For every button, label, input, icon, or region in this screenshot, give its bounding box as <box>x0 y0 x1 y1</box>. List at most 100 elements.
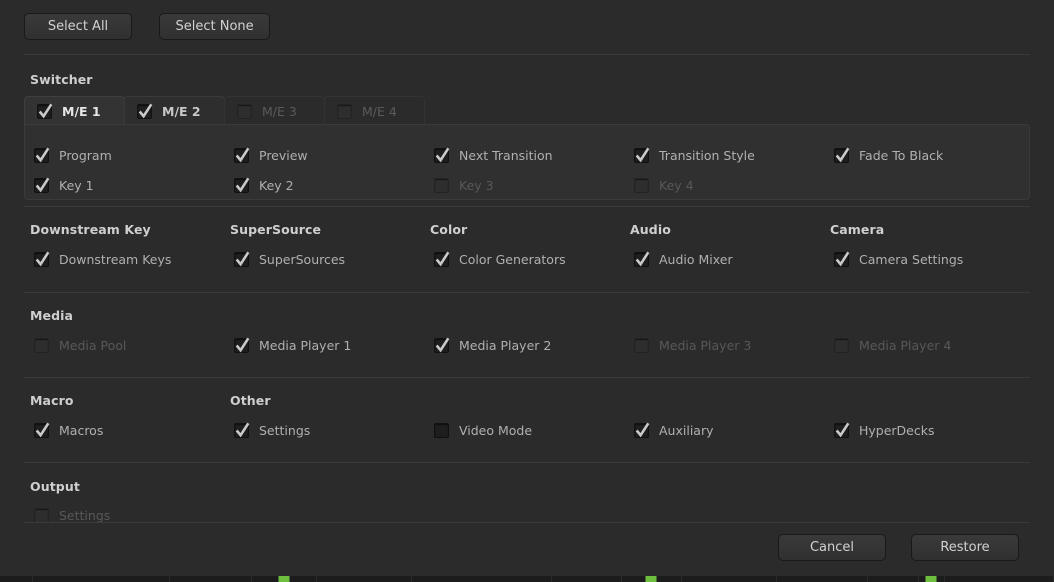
checkbox-key-2[interactable]: Key 2 <box>234 176 294 194</box>
checkbox-key-4: Key 4 <box>634 176 694 194</box>
tab-label: M/E 1 <box>62 103 101 119</box>
checkbox-checked-icon[interactable] <box>434 337 450 353</box>
checkbox-checked-icon[interactable] <box>834 251 850 267</box>
checkbox-label: Transition Style <box>659 147 755 163</box>
checkbox-color-generators[interactable]: Color Generators <box>434 250 566 268</box>
toolbar-cell[interactable] <box>33 576 170 582</box>
checkbox-video-mode[interactable]: Video Mode <box>434 421 532 439</box>
toolbar-cell[interactable] <box>552 576 622 582</box>
restore-button[interactable]: Restore <box>911 534 1019 561</box>
checkbox-preview[interactable]: Preview <box>234 146 308 164</box>
toolbar-cell[interactable] <box>0 576 33 582</box>
checkbox-transition-style[interactable]: Transition Style <box>634 146 755 164</box>
checkbox-media-player-4: Media Player 4 <box>834 336 951 354</box>
checkbox-auxiliary[interactable]: Auxiliary <box>634 421 714 439</box>
toolbar-cell[interactable] <box>622 576 682 582</box>
group-heading-color: Color <box>430 222 468 237</box>
tab-m-e-3[interactable]: M/E 3 <box>224 96 325 125</box>
group-heading-other: Other <box>230 393 271 408</box>
checkbox-settings[interactable]: Settings <box>234 421 310 439</box>
toolbar-cell[interactable] <box>777 576 868 582</box>
checkbox-checked-icon[interactable] <box>434 251 450 267</box>
toolbar-cell[interactable] <box>868 576 920 582</box>
checkbox-program[interactable]: Program <box>34 146 112 164</box>
checkbox-downstream-keys[interactable]: Downstream Keys <box>34 250 171 268</box>
restore-settings-dialog: Select All Select None Switcher M/E 1 M/E… <box>0 0 1054 582</box>
checkbox-checked-icon[interactable] <box>34 251 50 267</box>
checkbox-checked-icon[interactable] <box>234 251 250 267</box>
checkbox-unchecked-icon <box>634 177 649 193</box>
checkbox-audio-mixer[interactable]: Audio Mixer <box>634 250 733 268</box>
checkbox-label: Media Player 1 <box>259 337 352 353</box>
checkbox-camera-settings[interactable]: Camera Settings <box>834 250 963 268</box>
group-heading-output: Output <box>30 479 80 494</box>
toolbar-cell[interactable] <box>412 576 553 582</box>
checkbox-label: Audio Mixer <box>659 251 733 267</box>
checkbox-next-transition[interactable]: Next Transition <box>434 146 553 164</box>
dialog-footer: Cancel Restore <box>0 530 1054 564</box>
checkbox-checked-icon[interactable] <box>234 147 250 163</box>
checkbox-key-3: Key 3 <box>434 176 494 194</box>
checkbox-hyperdecks[interactable]: HyperDecks <box>834 421 935 439</box>
me-tab-strip: M/E 1 M/E 2 M/E 3 M/E 4 <box>24 96 425 125</box>
tab-m-e-2[interactable]: M/E 2 <box>124 96 225 125</box>
checkbox-checked-icon[interactable] <box>37 103 53 119</box>
separator-top <box>24 54 1030 55</box>
checkbox-checked-icon[interactable] <box>834 422 850 438</box>
toolbar-cell[interactable] <box>945 576 1054 582</box>
group-heading-switcher: Switcher <box>30 72 93 87</box>
select-all-button[interactable]: Select All <box>24 13 132 40</box>
checkbox-label: Media Player 4 <box>859 337 952 353</box>
checkbox-unchecked-icon[interactable] <box>237 103 252 119</box>
tab-m-e-1[interactable]: M/E 1 <box>24 96 125 125</box>
tab-label: M/E 2 <box>162 103 201 119</box>
checkbox-label: Media Pool <box>59 337 127 353</box>
group-heading-macro: Macro <box>30 393 74 408</box>
checkbox-checked-icon[interactable] <box>234 422 250 438</box>
checkbox-checked-icon[interactable] <box>234 177 250 193</box>
toolbar-cell[interactable] <box>252 576 318 582</box>
checkbox-label: Program <box>59 147 112 163</box>
checkbox-media-player-3: Media Player 3 <box>634 336 751 354</box>
checkbox-unchecked-icon[interactable] <box>337 103 352 119</box>
checkbox-checked-icon[interactable] <box>234 337 250 353</box>
checkbox-unchecked-icon <box>434 177 449 193</box>
checkbox-fade-to-black[interactable]: Fade To Black <box>834 146 943 164</box>
checkbox-supersources[interactable]: SuperSources <box>234 250 345 268</box>
checkbox-label: Color Generators <box>459 251 566 267</box>
checkbox-checked-icon[interactable] <box>634 147 650 163</box>
checkbox-label: Settings <box>59 507 111 523</box>
checkbox-checked-icon[interactable] <box>434 147 450 163</box>
checkbox-label: Key 2 <box>259 177 294 193</box>
checkbox-unchecked-icon <box>634 337 649 353</box>
toolbar-cell[interactable] <box>317 576 413 582</box>
checkbox-label: Media Player 2 <box>459 337 552 353</box>
checkbox-label: SuperSources <box>259 251 346 267</box>
toolbar-cell[interactable] <box>919 576 945 582</box>
checkbox-checked-icon[interactable] <box>34 422 50 438</box>
group-heading-camera: Camera <box>830 222 885 237</box>
checkbox-label: Next Transition <box>459 147 553 163</box>
group-heading-audio: Audio <box>630 222 671 237</box>
checkbox-key-1[interactable]: Key 1 <box>34 176 94 194</box>
toolbar-cell[interactable] <box>682 576 777 582</box>
checkbox-unchecked-icon[interactable] <box>434 422 449 438</box>
cancel-button[interactable]: Cancel <box>778 534 886 561</box>
checkbox-checked-icon[interactable] <box>634 251 650 267</box>
toolbar-cell[interactable] <box>170 576 252 582</box>
checkbox-checked-icon[interactable] <box>834 147 850 163</box>
checkbox-checked-icon[interactable] <box>137 103 153 119</box>
checkbox-label: HyperDecks <box>859 422 935 438</box>
checkbox-unchecked-icon <box>34 507 49 523</box>
checkbox-label: Preview <box>259 147 308 163</box>
checkbox-checked-icon[interactable] <box>634 422 650 438</box>
checkbox-checked-icon[interactable] <box>34 147 50 163</box>
checkbox-macros[interactable]: Macros <box>34 421 103 439</box>
checkbox-label: Macros <box>59 422 104 438</box>
checkbox-media-player-1[interactable]: Media Player 1 <box>234 336 351 354</box>
tab-label: M/E 4 <box>362 103 397 119</box>
select-none-button[interactable]: Select None <box>159 13 271 40</box>
tab-m-e-4[interactable]: M/E 4 <box>324 96 425 125</box>
checkbox-checked-icon[interactable] <box>34 177 50 193</box>
checkbox-media-player-2[interactable]: Media Player 2 <box>434 336 551 354</box>
